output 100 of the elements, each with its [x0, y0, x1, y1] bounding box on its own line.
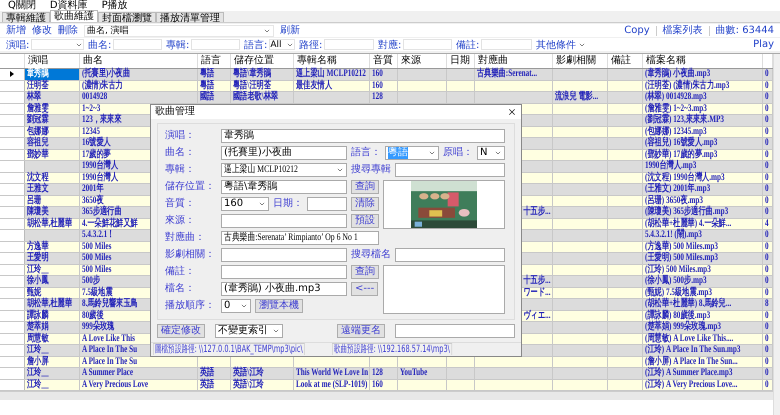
table-cell: 0 — [765, 230, 769, 240]
table-cell: 0 — [765, 356, 769, 367]
table-cell-text: (胡松華+杜麗華) 8.馬鈴兒... — [645, 299, 732, 309]
table-cell: 胡松華,杜麗華 — [27, 218, 72, 229]
table-cell: (江玲) A Summer Place.mp3 — [645, 368, 732, 378]
table-cell: 0 — [765, 184, 769, 194]
field-label: 備註： — [165, 266, 195, 278]
table-cell-text: (鄧妙華) 17歲的夢.mp3 — [645, 150, 718, 160]
table-cell-text: 17歲的夢 — [82, 150, 111, 160]
table-cell: 0 — [765, 253, 769, 264]
table-cell-text: 譚詠麟 — [27, 310, 49, 320]
table-cell: 劉冠霖 — [27, 115, 49, 126]
table-cell: (濃情)朱古力 — [82, 80, 123, 91]
table-cell: 0 — [765, 380, 769, 390]
table-cell: 徐小鳳 — [27, 276, 49, 286]
table-cell: 楚萃娟 — [27, 322, 49, 332]
table-cell: 0 — [765, 126, 769, 137]
table-cell: 0014928 — [82, 92, 108, 102]
table-cell: 鄧妙華 — [27, 150, 49, 160]
field-label: 演唱： — [165, 130, 195, 142]
filter-label: 曲名: — [88, 38, 112, 52]
table-cell: 0 — [765, 242, 769, 252]
table-cell: 1990台灣人 — [82, 161, 118, 172]
table-cell-text: 江玲__ — [27, 264, 49, 274]
table-cell: 500 Miles — [82, 253, 112, 264]
table-cell: A Love Like This — [82, 334, 135, 344]
table-cell: 4.一朵鮮花鮮又鮮 — [82, 218, 138, 229]
table-cell: 5.4.3.2.1! (鬧).mp3 — [645, 230, 702, 240]
table-cell: 0 — [765, 80, 769, 91]
table-cell: 0 — [765, 161, 769, 172]
table-cell: (容祖兒) 16號愛人.mp3 — [645, 138, 718, 148]
table-cell: 十五步... — [523, 207, 550, 218]
field-label: 檔名： — [165, 283, 195, 295]
table-cell-text: 汪明荃 — [27, 80, 49, 90]
table-cell-text: (方逸華) 500 Miles.mp3 — [645, 242, 718, 252]
table-cell: This World We Love In — [296, 368, 368, 378]
table-cell: 英語 — [200, 368, 214, 378]
table-cell: 江玲__ — [27, 380, 49, 390]
table-cell: 500步 — [82, 276, 100, 286]
table-cell: 最佳友情人 — [296, 80, 332, 91]
table-cell-text: 甄妮 — [27, 288, 42, 298]
table-cell: ワード... — [523, 288, 550, 298]
table-cell-text: (詹雅雯) 1~2~3.mp3 — [645, 104, 707, 114]
table-cell: 0 — [765, 322, 769, 332]
table-cell: (陳瓊美) 365步適行曲.mp3 — [645, 207, 728, 218]
table-cell: 逼上梁山 MCLP10212 — [296, 69, 366, 80]
table-cell: 古典樂曲:Serenat... — [477, 69, 538, 80]
filter-label: 語言: — [244, 38, 268, 52]
field-label: 來源： — [165, 215, 195, 227]
table-cell: 0 — [765, 69, 769, 80]
field-label: 搜尋專輯 — [351, 164, 391, 176]
table-cell: 0 — [765, 115, 769, 126]
field-label: 音質： — [165, 198, 195, 210]
table-cell: Look at me (SLP-1019) — [296, 380, 368, 390]
table-cell-text: (詹小屏) A Place In The Sun... — [645, 356, 738, 366]
filter-label: 演唱: — [6, 38, 30, 52]
table-cell-text: (王雅文) 2001年.mp3 — [645, 184, 710, 194]
table-cell: (楚萃娟) 999朵玫瑰.mp3 — [645, 322, 721, 332]
field-label: 語言： — [351, 147, 381, 159]
table-cell: 0 — [765, 196, 769, 206]
table-cell: A Place In The Su — [82, 345, 138, 356]
table-cell-text: 1~2~3 — [82, 104, 100, 114]
table-cell: A Summer Place — [82, 368, 134, 378]
table-cell: 英語\江玲 — [233, 368, 264, 378]
table-cell: 江玲__ — [27, 368, 49, 378]
table-cell: A Very Precious Love — [82, 380, 148, 390]
table-cell-text: 胡松華,杜麗華 — [27, 299, 72, 309]
table-cell: (徐小鳳) 500步.mp3 — [645, 276, 707, 286]
table-cell-text: 包娜娜 — [27, 126, 49, 136]
table-cell-text: 粵語 — [200, 80, 214, 90]
table-cell: 英語\江玲 — [233, 380, 264, 390]
table-cell-text: (甄妮) 7.5級地震.mp3 — [645, 288, 712, 298]
table-cell: 林翠 — [27, 92, 42, 102]
field-label: 日期： — [273, 198, 303, 210]
table-cell-text: (胡松華+杜麗華) 4.一朵鮮... — [645, 218, 732, 228]
table-cell-text: 呂珊 — [27, 196, 42, 206]
filter-label: 備註: — [456, 38, 480, 52]
filter-label: 專輯: — [166, 38, 190, 52]
table-cell: A Place In The Su — [82, 356, 138, 367]
table-cell: (江玲) A Very Precious Love... — [645, 380, 738, 390]
table-cell: 十五步... — [523, 276, 550, 286]
table-cell-text: 2001年 — [82, 184, 104, 194]
table-cell: 江玲__ — [27, 345, 49, 356]
table-cell: 123，來來來 — [82, 115, 122, 126]
table-cell: 4 — [765, 218, 769, 229]
field-label: 專輯： — [165, 164, 195, 176]
field-label: 曲名： — [165, 147, 195, 159]
table-cell-text: 沈文程 — [27, 172, 49, 182]
status-text: 圖檔預設路徑: \\127.0.0.1\BAK_TEMP\mp3\pic\ — [153, 342, 305, 354]
table-cell-text: (呂珊) 3650夜.mp3 — [645, 196, 703, 206]
table-cell: 500 Miles — [82, 242, 112, 252]
table-cell: 0 — [765, 310, 769, 321]
table-cell: 流浪兒 電影... — [555, 92, 598, 102]
table-cell: 128 — [372, 368, 383, 378]
filter-label: 對應: — [378, 38, 402, 52]
table-cell-text: 500 Miles — [82, 264, 112, 274]
table-cell: (劉冠霖) 123,來來來.MP3 — [645, 115, 724, 126]
field-label: 播放順序： — [165, 300, 215, 312]
table-cell: 160 — [372, 80, 383, 91]
table-cell: 0 — [765, 150, 769, 160]
